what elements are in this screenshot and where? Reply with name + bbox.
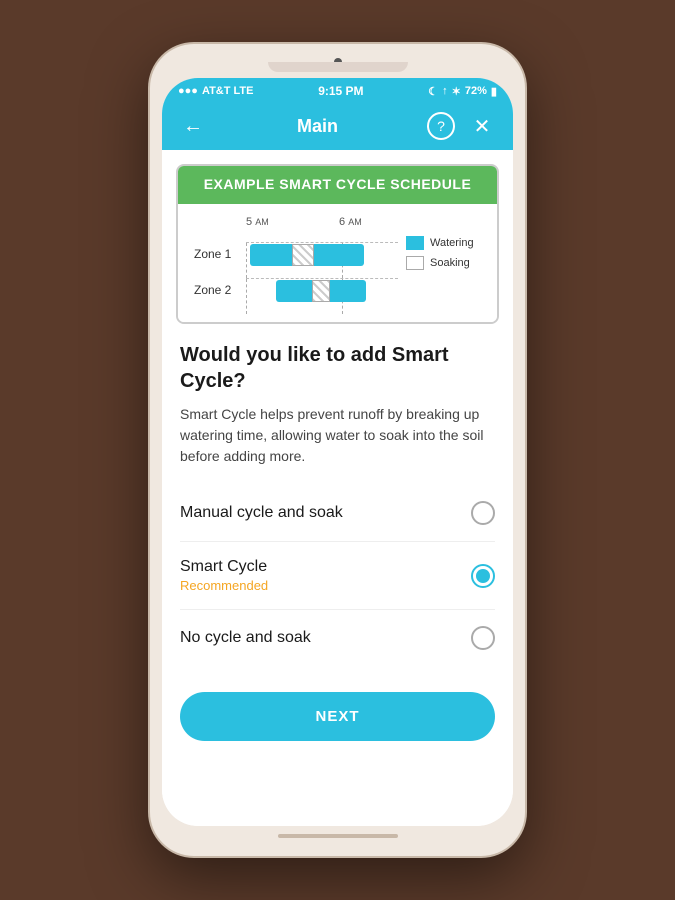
zone2-label: Zone 2: [194, 283, 246, 297]
chart-body: 5 AM 6 AM Zone 1: [178, 204, 497, 322]
phone-notch: [268, 62, 408, 72]
zone1-timeline: [246, 242, 398, 266]
zone2-row: Zone 2: [194, 278, 398, 302]
next-button[interactable]: NEXT: [180, 692, 495, 741]
help-button[interactable]: ?: [427, 112, 455, 140]
status-left: ●●● AT&T LTE: [178, 85, 253, 97]
status-time: 9:15 PM: [318, 84, 363, 98]
nav-bar: ← Main ? ✕: [162, 102, 513, 150]
description-text: Smart Cycle helps prevent runoff by brea…: [180, 404, 495, 467]
zone2-timeline: [246, 278, 398, 302]
time-label-6am: 6 AM: [339, 216, 362, 228]
text-section: Would you like to add Smart Cycle? Smart…: [162, 324, 513, 475]
main-question: Would you like to add Smart Cycle?: [180, 342, 495, 394]
option-manual-label: Manual cycle and soak: [180, 504, 471, 522]
option-manual[interactable]: Manual cycle and soak: [180, 485, 495, 542]
option-manual-text: Manual cycle and soak: [180, 504, 471, 522]
options-section: Manual cycle and soak Smart Cycle Recomm…: [162, 475, 513, 676]
time-label-5am: 5 AM: [246, 216, 269, 228]
moon-icon: ☾: [428, 85, 438, 98]
carrier-label: AT&T LTE: [202, 85, 254, 97]
option-smart-text: Smart Cycle Recommended: [180, 558, 471, 593]
legend-soaking: Soaking: [406, 256, 481, 270]
battery-label: 72%: [465, 85, 487, 97]
close-button[interactable]: ✕: [467, 114, 497, 139]
bluetooth-icon: ✶: [452, 85, 461, 98]
zone1-soak1: [292, 244, 314, 266]
option-none-text: No cycle and soak: [180, 629, 471, 647]
option-smart-radio[interactable]: [471, 564, 495, 588]
chart-time-labels: 5 AM 6 AM: [194, 216, 398, 234]
zone1-row: Zone 1: [194, 242, 398, 266]
option-smart-sublabel: Recommended: [180, 578, 471, 593]
chart-title: EXAMPLE SMART CYCLE SCHEDULE: [204, 176, 472, 192]
zone1-bar2: [314, 244, 364, 266]
option-smart[interactable]: Smart Cycle Recommended: [180, 542, 495, 610]
zone1-bar1: [250, 244, 292, 266]
chart-container: EXAMPLE SMART CYCLE SCHEDULE 5 AM 6 AM Z…: [176, 164, 499, 324]
legend-watering-box: [406, 236, 424, 250]
next-section: NEXT: [162, 676, 513, 751]
zone2-soak1: [312, 280, 330, 302]
nav-title: Main: [297, 116, 338, 137]
option-none[interactable]: No cycle and soak: [180, 610, 495, 666]
legend-soaking-box: [406, 256, 424, 270]
dline-1: [246, 243, 247, 278]
back-button[interactable]: ←: [178, 115, 208, 138]
option-manual-radio[interactable]: [471, 501, 495, 525]
zone2-bar1: [276, 280, 312, 302]
option-smart-label: Smart Cycle: [180, 558, 471, 576]
home-bar: [278, 834, 398, 838]
option-none-radio[interactable]: [471, 626, 495, 650]
zone2-bar2: [330, 280, 366, 302]
content-area: EXAMPLE SMART CYCLE SCHEDULE 5 AM 6 AM Z…: [162, 150, 513, 826]
legend-soaking-label: Soaking: [430, 257, 470, 269]
nav-right: ? ✕: [427, 112, 497, 140]
phone-screen: ●●● AT&T LTE 9:15 PM ☾ ↑ ✶ 72% ▮ ← Main …: [162, 78, 513, 826]
radio-inner-dot: [476, 569, 490, 583]
status-bar: ●●● AT&T LTE 9:15 PM ☾ ↑ ✶ 72% ▮: [162, 78, 513, 102]
arrow-up-icon: ↑: [442, 85, 448, 97]
chart-main: 5 AM 6 AM Zone 1: [194, 216, 398, 306]
battery-icon: ▮: [491, 85, 497, 98]
phone-frame: ●●● AT&T LTE 9:15 PM ☾ ↑ ✶ 72% ▮ ← Main …: [150, 44, 525, 856]
legend-watering-label: Watering: [430, 237, 474, 249]
signal-icon: ●●●: [178, 85, 198, 97]
legend-watering: Watering: [406, 236, 481, 250]
chart-header: EXAMPLE SMART CYCLE SCHEDULE: [178, 166, 497, 204]
zone1-label: Zone 1: [194, 247, 246, 261]
option-none-label: No cycle and soak: [180, 629, 471, 647]
dline-3: [246, 279, 247, 314]
chart-legend: Watering Soaking: [406, 216, 481, 306]
status-right: ☾ ↑ ✶ 72% ▮: [428, 85, 497, 98]
